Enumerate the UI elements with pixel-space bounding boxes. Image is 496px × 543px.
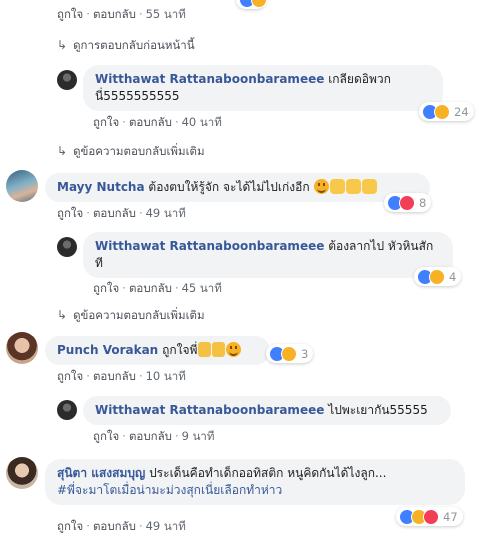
thumbs-up-emoji-icon [212, 342, 226, 357]
avatar[interactable] [6, 457, 38, 489]
love-reaction-icon [399, 194, 415, 211]
love-reaction-icon [423, 508, 439, 525]
reply-arrow-icon: ↳ [57, 38, 68, 52]
reaction-summary[interactable]: 8 [384, 193, 432, 212]
comment-bubble: Witthawat Rattanaboonbarameee ไปพะเยากัน… [83, 396, 451, 425]
comment-text: เกลียดอิพวก [328, 72, 391, 86]
avatar[interactable] [6, 332, 38, 364]
like-link[interactable]: ถูกใจ [57, 369, 83, 383]
timestamp[interactable]: 49 นาที [146, 519, 186, 533]
reply-link[interactable]: ตอบกลับ [93, 206, 136, 220]
hashtag-link[interactable]: #พี่จะมาโตเมื่อน่ามะม่วงสุกเนี่ยเลือกทำห… [57, 483, 282, 497]
comment-bubble: Punch Vorakan ถูกใจพี่ [45, 336, 270, 365]
comment-actions: ถูกใจ · ตอบกลับ · 9 นาที [93, 429, 215, 443]
comment-text-cont: นี่5555555555 [95, 89, 180, 103]
timestamp[interactable]: 45 นาที [182, 281, 222, 295]
timestamp[interactable]: 49 นาที [146, 206, 186, 220]
avatar[interactable] [57, 70, 77, 90]
like-link[interactable]: ถูกใจ [93, 429, 119, 443]
timestamp[interactable]: 9 นาที [182, 429, 215, 443]
reaction-summary[interactable]: 47 [396, 507, 463, 526]
clap-emoji-icon [346, 179, 362, 194]
like-link[interactable]: ถูกใจ [57, 519, 83, 533]
haha-reaction-icon [429, 268, 445, 285]
reaction-count: 24 [454, 104, 469, 119]
reply-arrow-icon: ↳ [57, 144, 68, 158]
clap-emoji-icon [330, 179, 346, 194]
comment-author[interactable]: Witthawat Rattanaboonbarameee [95, 403, 324, 417]
comment-bubble: Mayy Nutcha ต้องตบให้รู้จัก จะได้ไม่ไปเก… [45, 173, 430, 202]
avatar[interactable] [57, 400, 77, 420]
comment-text: ไปพะเยากัน55555 [328, 403, 428, 417]
timestamp[interactable]: 10 นาที [146, 369, 186, 383]
reaction-summary[interactable]: 24 [419, 102, 474, 121]
comment-actions: ถูกใจ · ตอบกลับ · 49 นาที [57, 519, 186, 533]
reaction-summary[interactable]: 4 [414, 267, 462, 286]
comment-author[interactable]: Mayy Nutcha [57, 180, 145, 194]
avatar[interactable] [57, 237, 77, 257]
view-more-replies-link[interactable]: ↳ ดูข้อความตอบกลับเพิ่มเติม [57, 143, 205, 161]
comment-actions: ถูกใจ · ตอบกลับ · 49 นาที [57, 206, 186, 220]
timestamp[interactable]: 40 นาที [182, 115, 222, 129]
reaction-summary[interactable] [236, 0, 267, 9]
comment-actions: ถูกใจ · ตอบกลับ · 10 นาที [57, 369, 186, 383]
clap-emoji-icon [362, 179, 378, 194]
comment-text: ถูกใจพี่ [162, 343, 198, 357]
haha-reaction-icon [434, 103, 450, 120]
reaction-count: 8 [419, 195, 427, 210]
comment-actions: ถูกใจ · ตอบกลับ · 40 นาที [93, 115, 222, 129]
comment-author[interactable]: Punch Vorakan [57, 343, 158, 357]
reply-link[interactable]: ตอบกลับ [129, 429, 172, 443]
like-link[interactable]: ถูกใจ [93, 115, 119, 129]
comment-bubble: Witthawat Rattanaboonbarameee ต้องลากไป … [83, 232, 453, 278]
comment-text: ต้องตบให้รู้จัก จะได้ไม่ไปเก่งอีก [148, 180, 310, 194]
reply-link[interactable]: ตอบกลับ [93, 7, 136, 21]
reply-link[interactable]: ตอบกลับ [93, 369, 136, 383]
comment-bubble: สุนิตา แสงสมบุญ ประเด็นคือทำเด็กออทิสติก… [45, 459, 465, 505]
like-link[interactable]: ถูกใจ [93, 281, 119, 295]
comment-actions: ถูกใจ · ตอบกลับ · 55 นาที [57, 7, 186, 21]
reply-link[interactable]: ตอบกลับ [93, 519, 136, 533]
reply-arrow-icon: ↳ [57, 308, 68, 322]
like-link[interactable]: ถูกใจ [57, 206, 83, 220]
view-more-replies-link[interactable]: ↳ ดูข้อความตอบกลับเพิ่มเติม [57, 307, 205, 325]
comment-bubble: Witthawat Rattanaboonbarameee เกลียดอิพว… [83, 65, 443, 111]
smile-emoji-icon [226, 342, 242, 357]
view-previous-replies-link[interactable]: ↳ ดูการตอบกลับก่อนหน้านี้ [57, 37, 195, 55]
comment-actions: ถูกใจ · ตอบกลับ · 45 นาที [93, 281, 222, 295]
thumbs-up-emoji-icon [198, 342, 212, 357]
comment-text: ประเด็นคือทำเด็กออทิสติก หนูคิดกันได้ไงล… [149, 466, 387, 480]
grinning-emoji-icon [314, 179, 330, 194]
reaction-count: 4 [449, 269, 457, 284]
haha-reaction-icon [281, 345, 297, 362]
reaction-summary[interactable]: 3 [266, 344, 314, 363]
like-link[interactable]: ถูกใจ [57, 7, 83, 21]
reaction-count: 3 [301, 346, 309, 361]
reaction-count: 47 [443, 509, 458, 524]
reply-link[interactable]: ตอบกลับ [129, 281, 172, 295]
comment-text-cont: ที [95, 256, 103, 270]
timestamp[interactable]: 55 นาที [146, 7, 186, 21]
comment-text: ต้องลากไป หัวหินสัก [328, 239, 434, 253]
reply-link[interactable]: ตอบกลับ [129, 115, 172, 129]
comment-author[interactable]: สุนิตา แสงสมบุญ [57, 466, 145, 480]
avatar[interactable] [6, 170, 38, 202]
haha-reaction-icon [251, 0, 267, 8]
comment-author[interactable]: Witthawat Rattanaboonbarameee [95, 72, 324, 86]
comment-author[interactable]: Witthawat Rattanaboonbarameee [95, 239, 324, 253]
